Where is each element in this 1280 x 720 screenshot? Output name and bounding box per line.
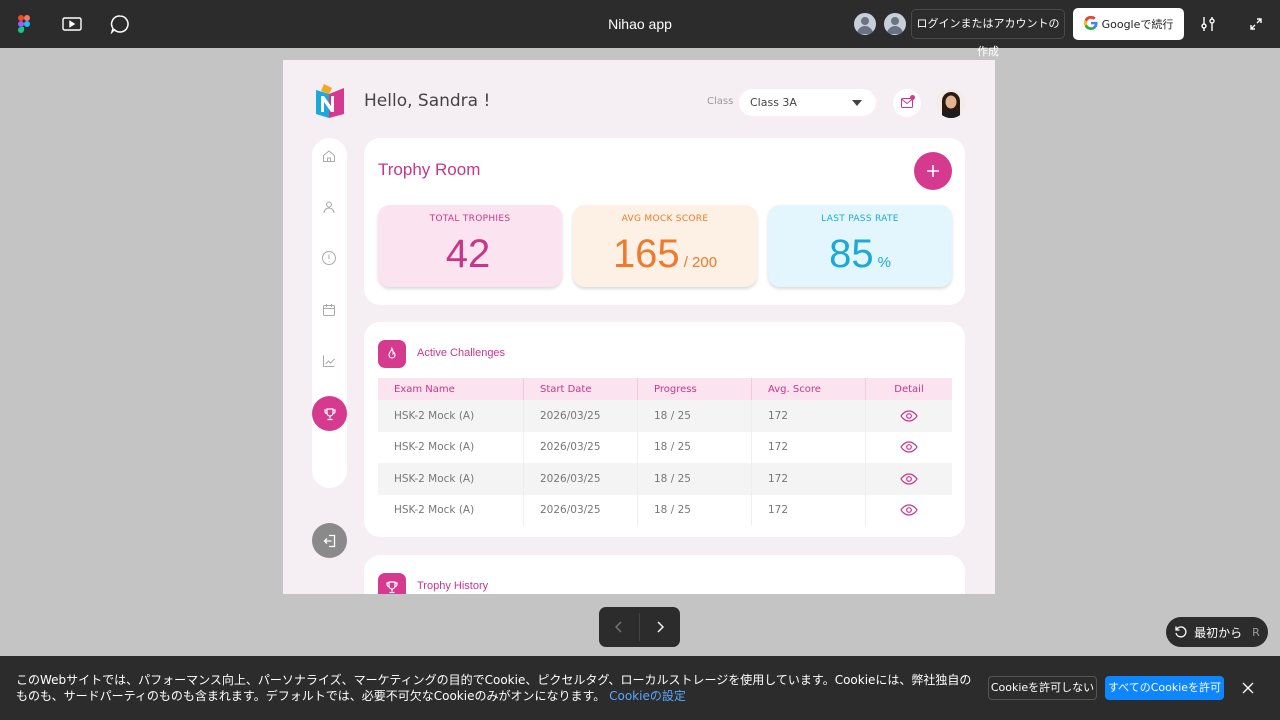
sidebar-nav [312,138,347,488]
flame-icon [378,340,406,368]
column-header[interactable]: Avg. Score [752,378,866,400]
user-avatar[interactable] [882,11,908,37]
plus-icon [927,165,939,177]
mail-button[interactable] [893,89,921,117]
table-cell: HSK-2 Mock (A) [378,494,524,526]
google-icon [1083,15,1098,33]
figma-toolbar: Nihao app ログインまたはアカウントの作成 Googleで続行 [0,0,1280,58]
active-challenges-title: Active Challenges [417,347,506,359]
eye-icon[interactable] [866,463,952,495]
table-cell: 2026/03/25 [524,463,638,495]
table-header: Exam Name Start Date Progress Avg. Score… [378,378,952,400]
user-avatar[interactable] [852,11,878,37]
restart-shortcut: R [1252,625,1260,639]
trophy-icon[interactable] [312,396,347,431]
greeting: Hello, Sandra ! [364,91,491,111]
restart-button[interactable]: 最初から R [1166,617,1268,647]
trophy-icon [378,573,406,594]
prev-frame-button[interactable] [599,607,639,647]
restart-label: 最初から [1194,625,1243,640]
google-continue-button[interactable]: Googleで続行 [1073,8,1184,40]
stat-last-pass-rate: LAST PASS RATE 85% [768,205,952,287]
table-cell: 172 [752,494,866,526]
table-row: HSK-2 Mock (A) 2026/03/25 18 / 25 172 [378,494,952,527]
stat-label: LAST PASS RATE [821,214,899,224]
column-header[interactable]: Progress [638,378,752,400]
present-icon[interactable] [60,12,84,36]
chart-icon[interactable] [320,352,338,370]
trophy-room-title: Trophy Room [378,160,481,179]
table-cell: HSK-2 Mock (A) [378,431,524,463]
table-cell: HSK-2 Mock (A) [378,400,524,432]
figma-logo-icon[interactable] [12,12,36,36]
table-cell: 2026/03/25 [524,494,638,526]
stat-value: 85% [829,232,891,276]
table-cell: 18 / 25 [638,463,752,495]
class-select-value: Class 3A [750,96,797,109]
column-header: Detail [894,383,924,395]
user-icon[interactable] [320,198,338,216]
cookie-text: このWebサイトでは、パフォーマンス向上、パーソナライズ、マーケティングの目的で… [16,673,972,703]
trophy-room-card: Trophy Room TOTAL TROPHIES 42 AVG MOCK S… [364,138,965,305]
table-cell: 172 [752,463,866,495]
sliders-icon[interactable] [1196,12,1220,36]
stat-avg-mock-score: AVG MOCK SCORE 165/ 200 [573,205,757,287]
profile-avatar[interactable] [936,88,966,118]
trophy-history-title: Trophy History [417,580,489,592]
table-cell: 18 / 25 [638,494,752,526]
table-cell: 2026/03/25 [524,400,638,432]
table-cell: 2026/03/25 [524,431,638,463]
google-continue-label: Googleで続行 [1101,18,1174,31]
close-icon[interactable] [1238,678,1258,698]
stat-value: 165/ 200 [612,232,718,276]
expand-icon[interactable] [1244,12,1268,36]
table-row: HSK-2 Mock (A) 2026/03/25 18 / 25 172 [378,400,952,432]
table-cell: 18 / 25 [638,431,752,463]
login-button[interactable]: ログインまたはアカウントの作成 [911,9,1065,58]
logout-icon[interactable] [312,523,347,558]
active-challenges-card: Active Challenges Exam Name Start Date P… [364,322,965,537]
class-label: Class [707,96,734,107]
nihao-logo-icon [314,82,346,120]
comment-icon[interactable] [108,12,132,36]
prototype-frame: Hello, Sandra ! Class Class 3A Trophy Ro… [283,60,995,594]
eye-icon[interactable] [866,432,952,464]
challenges-table: Exam Name Start Date Progress Avg. Score… [378,378,952,526]
table-cell: 18 / 25 [638,400,752,432]
trophy-history-card: Trophy History [364,555,965,594]
stat-total-trophies: TOTAL TROPHIES 42 [378,205,562,287]
table-cell: 172 [752,400,866,432]
calendar-icon[interactable] [320,301,338,319]
stat-label: AVG MOCK SCORE [621,214,709,224]
table-row: HSK-2 Mock (A) 2026/03/25 18 / 25 172 [378,431,952,464]
alert-icon[interactable] [320,249,338,267]
table-row: HSK-2 Mock (A) 2026/03/25 18 / 25 172 [378,463,952,495]
chevron-down-icon [852,100,862,106]
table-cell: HSK-2 Mock (A) [378,463,524,495]
cookie-allow-button[interactable]: すべてのCookieを許可 [1105,676,1224,700]
home-icon[interactable] [320,147,338,165]
stat-value: 42 [445,232,491,276]
cookie-settings-link[interactable]: Cookieの設定 [609,689,686,703]
eye-icon[interactable] [866,400,952,432]
cookie-deny-button[interactable]: Cookieを許可しない [988,676,1097,700]
stat-label: TOTAL TROPHIES [429,214,511,224]
chevron-right-icon [657,621,664,633]
chevron-left-icon [615,621,622,633]
prototype-nav [599,607,680,647]
add-button[interactable] [914,152,952,190]
restart-icon [1175,626,1187,638]
eye-icon[interactable] [866,495,952,527]
class-select[interactable]: Class 3A [739,89,876,116]
notification-dot [910,95,915,100]
table-cell: 172 [752,431,866,463]
next-frame-button[interactable] [640,607,680,647]
column-header[interactable]: Exam Name [378,378,524,400]
column-header[interactable]: Start Date [524,378,638,400]
